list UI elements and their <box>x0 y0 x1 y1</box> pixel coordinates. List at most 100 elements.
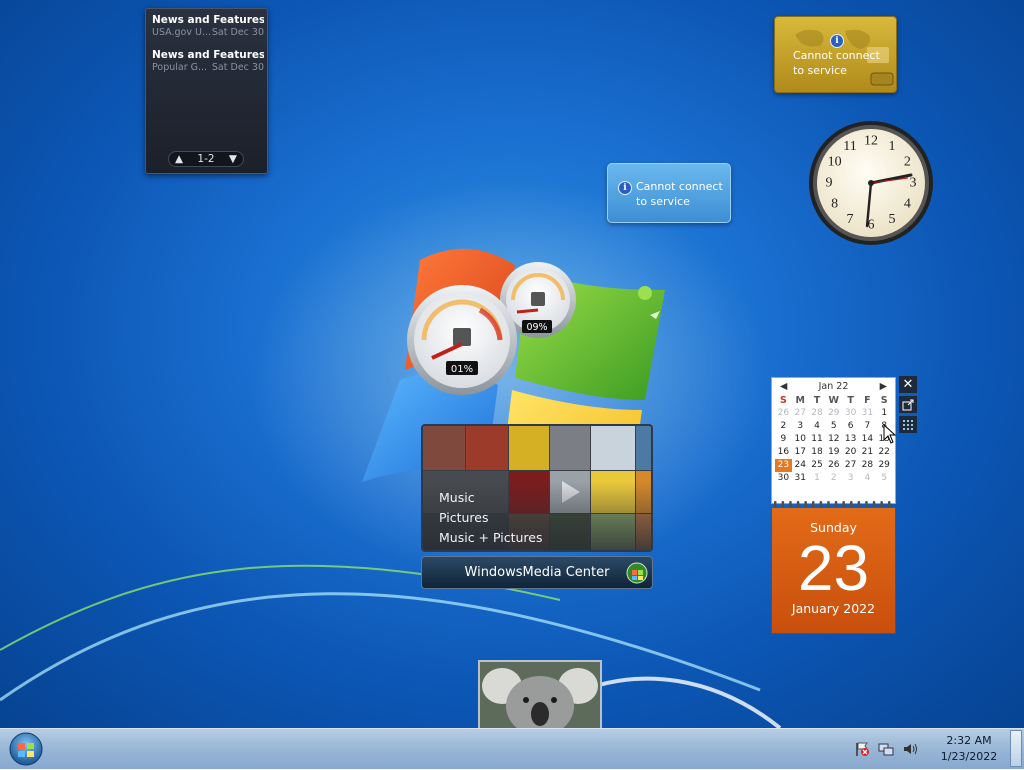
calendar-day-cell[interactable]: 30 <box>775 472 792 485</box>
feed-item-source: Popular G... <box>152 62 208 73</box>
clock-gadget[interactable]: 12 1 2 3 4 5 6 7 8 9 10 11 <box>808 120 934 246</box>
currency-gadget[interactable]: i Cannot connect to service <box>774 16 897 93</box>
taskbar: 2:32 AM 1/23/2022 <box>0 728 1024 769</box>
calendar-day-cell[interactable]: 27 <box>792 407 809 420</box>
calendar-gadget[interactable]: ◀ Jan 22 ▶ SMTWTFS 262728293031123456789… <box>771 377 896 634</box>
start-button[interactable] <box>6 731 46 767</box>
media-center-launch-bar[interactable]: Windows Media Center <box>421 556 653 589</box>
calendar-day-cell[interactable]: 1 <box>876 407 893 420</box>
media-center-brand-suffix: Media Center <box>522 565 610 580</box>
media-center-brand-prefix: Windows <box>464 565 523 580</box>
calendar-day-cell[interactable]: 17 <box>792 446 809 459</box>
slideshow-gadget[interactable] <box>478 660 602 728</box>
clock-numeral: 2 <box>904 155 911 170</box>
calendar-day-cell[interactable]: 30 <box>842 407 859 420</box>
clock-numeral: 5 <box>889 212 896 227</box>
desktop-background: News and Features f... USA.gov U... Sat … <box>0 0 1024 728</box>
calendar-day-cell[interactable]: 31 <box>859 407 876 420</box>
calendar-day-cell[interactable]: 28 <box>809 407 826 420</box>
clock-numeral: 12 <box>864 134 878 149</box>
calendar-day-cell[interactable]: 19 <box>825 446 842 459</box>
info-icon: i <box>618 181 632 195</box>
calendar-day-cell[interactable]: 24 <box>792 459 809 472</box>
calendar-day-cell[interactable]: 14 <box>859 433 876 446</box>
next-arrow-icon[interactable]: ▼ <box>229 153 237 165</box>
action-center-flag-icon[interactable] <box>853 741 871 757</box>
cpu-usage-label: 01% <box>451 364 473 375</box>
info-icon: i <box>830 34 844 48</box>
clock-numeral: 7 <box>847 212 854 227</box>
calendar-day-cell[interactable]: 29 <box>876 459 893 472</box>
show-desktop-button[interactable] <box>1010 730 1022 767</box>
drag-handle-icon[interactable] <box>899 416 917 433</box>
media-menu-music-pictures[interactable]: Music + Pictures <box>439 528 543 548</box>
calendar-day-cell[interactable]: 3 <box>842 472 859 485</box>
system-tray: 2:32 AM 1/23/2022 <box>850 729 1004 769</box>
media-center-gadget[interactable]: Music Pictures Music + Pictures Windows … <box>421 424 653 589</box>
weather-gadget[interactable]: i Cannot connect to service <box>607 163 731 223</box>
media-center-logo-icon <box>626 562 648 584</box>
media-menu-pictures[interactable]: Pictures <box>439 508 543 528</box>
calendar-day-cell[interactable]: 12 <box>825 433 842 446</box>
calendar-day-cell[interactable]: 13 <box>842 433 859 446</box>
network-icon[interactable] <box>877 741 895 757</box>
calendar-weekday: M <box>795 395 805 406</box>
koala-photo <box>480 662 600 728</box>
calendar-day-cell[interactable]: 3 <box>792 420 809 433</box>
calendar-day-cell[interactable]: 23 <box>775 459 792 472</box>
currency-message-line2: to service <box>793 64 847 77</box>
calendar-weekday: T <box>847 395 854 406</box>
feed-pager: ▲ 1-2 ▼ <box>168 151 244 167</box>
clock-tray[interactable]: 2:32 AM 1/23/2022 <box>934 733 1004 765</box>
gadget-toolbar: ✕ <box>899 376 919 436</box>
memory-usage-label: 09% <box>526 322 547 333</box>
close-icon[interactable]: ✕ <box>899 376 917 393</box>
calendar-day-cell[interactable]: 28 <box>859 459 876 472</box>
feed-item[interactable]: News and Features f... USA.gov U... Sat … <box>152 14 264 38</box>
tray-date: 1/23/2022 <box>940 750 998 763</box>
cpu-chip-icon <box>453 328 471 346</box>
media-menu-music[interactable]: Music <box>439 488 543 508</box>
calendar-day-cell[interactable]: 25 <box>809 459 826 472</box>
memory-chip-icon <box>531 292 545 306</box>
calendar-day-cell[interactable]: 4 <box>809 420 826 433</box>
calendar-day-cell[interactable]: 2 <box>775 420 792 433</box>
calendar-day-cell[interactable]: 11 <box>809 433 826 446</box>
calendar-day-cell[interactable]: 9 <box>775 433 792 446</box>
calendar-prev-month-arrow-icon[interactable]: ◀ <box>780 381 787 392</box>
previous-arrow-icon[interactable]: ▲ <box>175 153 183 165</box>
calendar-day-cell[interactable]: 27 <box>842 459 859 472</box>
feed-item[interactable]: News and Features f... Popular G... Sat … <box>152 49 264 73</box>
clock-numeral: 11 <box>843 139 856 154</box>
calendar-next-month-arrow-icon[interactable]: ▶ <box>880 381 887 392</box>
calendar-month-view: ◀ Jan 22 ▶ SMTWTFS 262728293031123456789… <box>771 377 896 504</box>
calendar-day-cell[interactable]: 31 <box>792 472 809 485</box>
calendar-day-cell[interactable]: 20 <box>842 446 859 459</box>
calendar-day-cell[interactable]: 5 <box>825 420 842 433</box>
feed-item-title[interactable]: News and Features f... <box>152 14 264 26</box>
volume-icon[interactable] <box>901 741 919 757</box>
calendar-day-cell[interactable]: 26 <box>775 407 792 420</box>
calendar-month-year: January 2022 <box>791 601 876 616</box>
calendar-day-cell[interactable]: 6 <box>842 420 859 433</box>
calendar-day-cell[interactable]: 4 <box>859 472 876 485</box>
clock-numeral: 1 <box>889 139 896 154</box>
clock-numeral: 8 <box>831 197 838 212</box>
calendar-day-cell[interactable]: 21 <box>859 446 876 459</box>
cpu-meter-gadget[interactable]: 09% 01% <box>405 262 580 397</box>
calendar-day-cell[interactable]: 29 <box>825 407 842 420</box>
calendar-month-header: Jan 22 <box>818 380 849 392</box>
calendar-day-cell[interactable]: 10 <box>792 433 809 446</box>
calendar-day-cell[interactable]: 2 <box>825 472 842 485</box>
clock-numeral: 10 <box>828 155 842 170</box>
calendar-day-cell[interactable]: 22 <box>876 446 893 459</box>
clock-numeral: 3 <box>910 176 917 191</box>
calendar-day-cell[interactable]: 5 <box>876 472 893 485</box>
feed-item-title[interactable]: News and Features f... <box>152 49 264 61</box>
calendar-day-cell[interactable]: 7 <box>859 420 876 433</box>
calendar-day-cell[interactable]: 1 <box>809 472 826 485</box>
calendar-day-cell[interactable]: 16 <box>775 446 792 459</box>
resize-icon[interactable] <box>899 396 917 413</box>
calendar-day-cell[interactable]: 18 <box>809 446 826 459</box>
calendar-day-cell[interactable]: 26 <box>825 459 842 472</box>
